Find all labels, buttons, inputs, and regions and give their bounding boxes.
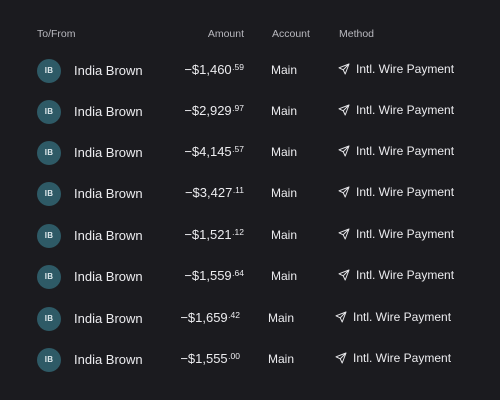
payment-method: Intl. Wire Payment — [338, 268, 454, 282]
amount-value: −$2,929.97 — [150, 103, 244, 118]
amount-cents: .59 — [232, 62, 244, 72]
payment-method-label: Intl. Wire Payment — [356, 268, 455, 282]
amount-cents: .00 — [228, 351, 240, 361]
amount-main: −$1,559 — [184, 268, 232, 283]
account-name: Main — [271, 186, 298, 200]
amount-cents: .64 — [232, 268, 244, 278]
payment-method: Intl. Wire Payment — [338, 62, 454, 76]
table-row[interactable]: IB India Brown −$1,555.00 Main Intl. Wir… — [0, 340, 500, 380]
avatar: IB — [37, 224, 61, 248]
payment-method-label: Intl. Wire Payment — [356, 185, 455, 199]
transactions-table: To/From Amount Account Method IB India B… — [0, 0, 500, 400]
payment-method-label: Intl. Wire Payment — [356, 62, 455, 76]
amount-main: −$3,427 — [184, 185, 233, 200]
payment-method: Intl. Wire Payment — [338, 227, 454, 241]
send-icon — [335, 311, 347, 323]
column-header-amount[interactable]: Amount — [170, 28, 244, 40]
account-name: Main — [271, 145, 298, 159]
table-header: To/From Amount Account Method — [0, 28, 500, 42]
account-name: Main — [268, 352, 295, 366]
amount-main: −$1,555 — [180, 351, 228, 366]
counterparty-name: India Brown — [74, 228, 143, 243]
amount-main: −$4,145 — [184, 144, 232, 159]
payment-method: Intl. Wire Payment — [335, 351, 451, 365]
payment-method: Intl. Wire Payment — [338, 144, 454, 158]
table-row[interactable]: IB India Brown −$1,659.42 Main Intl. Wir… — [0, 299, 500, 339]
table-row[interactable]: IB India Brown −$1,521.12 Main Intl. Wir… — [0, 216, 500, 256]
amount-main: −$1,659 — [180, 310, 228, 325]
send-icon — [338, 104, 350, 116]
amount-cents: .11 — [232, 185, 244, 195]
counterparty-name: India Brown — [74, 104, 143, 119]
account-name: Main — [268, 311, 295, 325]
avatar: IB — [37, 59, 61, 83]
amount-value: −$1,521.12 — [150, 227, 244, 242]
payment-method-label: Intl. Wire Payment — [356, 103, 455, 117]
table-row[interactable]: IB India Brown −$4,145.57 Main Intl. Wir… — [0, 133, 500, 173]
column-header-method[interactable]: Method — [339, 28, 374, 40]
column-header-to-from[interactable]: To/From — [37, 28, 76, 40]
amount-value: −$1,460.59 — [150, 62, 244, 77]
amount-value: −$1,559.64 — [150, 268, 244, 283]
send-icon — [338, 269, 350, 281]
counterparty-name: India Brown — [74, 352, 143, 367]
payment-method: Intl. Wire Payment — [338, 103, 454, 117]
counterparty-name: India Brown — [74, 63, 143, 78]
amount-value: −$3,427.11 — [150, 185, 244, 200]
avatar: IB — [37, 265, 61, 289]
table-row[interactable]: IB India Brown −$3,427.11 Main Intl. Wir… — [0, 174, 500, 214]
counterparty-name: India Brown — [74, 269, 143, 284]
avatar: IB — [37, 348, 61, 372]
avatar: IB — [37, 182, 61, 206]
column-header-account[interactable]: Account — [272, 28, 310, 40]
payment-method-label: Intl. Wire Payment — [356, 144, 455, 158]
table-row[interactable]: IB India Brown −$1,460.59 Main Intl. Wir… — [0, 51, 500, 91]
table-row[interactable]: IB India Brown −$1,559.64 Main Intl. Wir… — [0, 257, 500, 297]
payment-method-label: Intl. Wire Payment — [353, 351, 452, 365]
payment-method-label: Intl. Wire Payment — [356, 227, 455, 241]
amount-main: −$2,929 — [184, 103, 232, 118]
send-icon — [335, 352, 347, 364]
account-name: Main — [271, 63, 298, 77]
avatar: IB — [37, 141, 61, 165]
send-icon — [338, 63, 350, 75]
send-icon — [338, 186, 350, 198]
amount-cents: .97 — [232, 103, 244, 113]
amount-cents: .42 — [228, 310, 240, 320]
amount-cents: .12 — [232, 227, 244, 237]
payment-method: Intl. Wire Payment — [335, 310, 451, 324]
send-icon — [338, 145, 350, 157]
amount-value: −$1,659.42 — [146, 310, 240, 325]
counterparty-name: India Brown — [74, 311, 143, 326]
counterparty-name: India Brown — [74, 145, 143, 160]
payment-method-label: Intl. Wire Payment — [353, 310, 452, 324]
payment-method: Intl. Wire Payment — [338, 185, 454, 199]
table-row[interactable]: IB India Brown −$2,929.97 Main Intl. Wir… — [0, 92, 500, 132]
account-name: Main — [271, 269, 298, 283]
amount-cents: .57 — [232, 144, 244, 154]
amount-main: −$1,521 — [184, 227, 232, 242]
amount-value: −$4,145.57 — [150, 144, 244, 159]
account-name: Main — [271, 104, 298, 118]
amount-main: −$1,460 — [184, 62, 232, 77]
avatar: IB — [37, 307, 61, 331]
amount-value: −$1,555.00 — [146, 351, 240, 366]
avatar: IB — [37, 100, 61, 124]
account-name: Main — [271, 228, 298, 242]
send-icon — [338, 228, 350, 240]
counterparty-name: India Brown — [74, 186, 143, 201]
